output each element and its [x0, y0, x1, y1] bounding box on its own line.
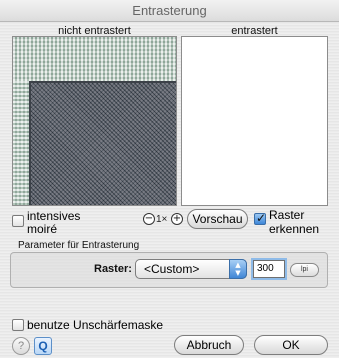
- fabric-light-strip: [13, 81, 29, 205]
- raster-select[interactable]: <Custom> ▲ ▼: [135, 259, 247, 279]
- intensive-moire-label-line1: intensives: [27, 209, 81, 223]
- select-arrows-icon: ▲ ▼: [229, 259, 247, 279]
- unsharp-mask-checkbox[interactable]: [12, 319, 24, 331]
- intensive-moire-checkbox[interactable]: [12, 215, 24, 227]
- fabric-dark-area: [29, 81, 176, 205]
- unsharp-mask-label: benutze Unschärfemaske: [27, 318, 164, 332]
- zoom-out-icon[interactable]: −: [143, 213, 155, 225]
- fabric-light-area: [13, 37, 176, 81]
- cancel-button[interactable]: Abbruch: [174, 335, 244, 355]
- original-preview-panel[interactable]: [12, 36, 177, 206]
- detect-screen-label-line1: Raster: [269, 208, 305, 222]
- unit-button[interactable]: lpi: [290, 263, 319, 277]
- window-title: Entrasterung: [0, 0, 339, 22]
- ok-button[interactable]: OK: [254, 335, 328, 355]
- detect-screen-checkbox[interactable]: [254, 211, 266, 225]
- detect-screen-label-line2: erkennen: [269, 222, 320, 236]
- parameters-section-label: Parameter für Entrasterung: [18, 240, 140, 251]
- descreened-preview-panel[interactable]: [181, 36, 328, 206]
- zoom-level: 1×: [156, 214, 168, 225]
- info-icon[interactable]: Q: [34, 337, 52, 355]
- preview-button[interactable]: Vorschau: [187, 209, 248, 229]
- raster-label: Raster:: [94, 263, 132, 275]
- raster-select-value: <Custom>: [144, 262, 200, 276]
- help-icon[interactable]: ?: [12, 337, 30, 355]
- zoom-in-icon[interactable]: +: [171, 213, 183, 225]
- intensive-moire-label-line2: moiré: [27, 222, 58, 236]
- raster-number-input[interactable]: 300: [253, 260, 285, 278]
